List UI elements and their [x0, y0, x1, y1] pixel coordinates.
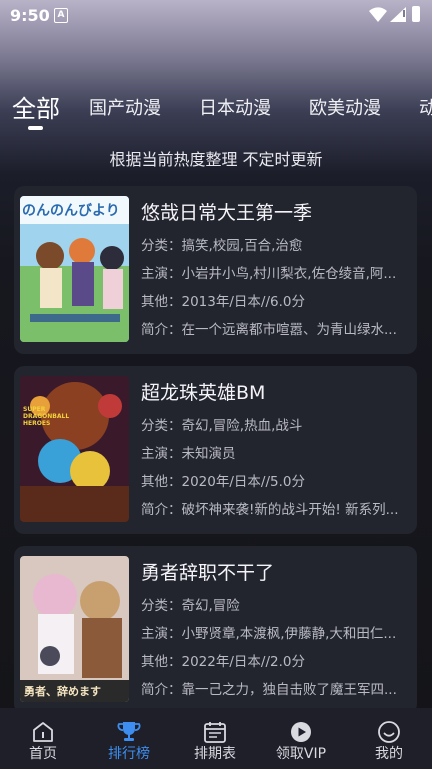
- battery-icon: [412, 6, 420, 22]
- nav-mine-label: 我的: [375, 746, 403, 762]
- status-bar: 9:50 A: [0, 0, 432, 32]
- poster-title-text: のんのんびより: [22, 203, 120, 219]
- anime-card[interactable]: のんのんびより 悠哉日常大王第一季 分类：搞笑,校园,百合,治愈 主演：小岩井小…: [14, 186, 417, 354]
- wifi-icon: [369, 7, 387, 22]
- smiley-icon: [378, 721, 400, 743]
- anime-cast: 主演：未知演员: [141, 446, 236, 462]
- anime-category: 分类：奇幻,冒险: [141, 598, 240, 614]
- signal-icon: [390, 7, 406, 22]
- play-circle-icon: [291, 722, 311, 742]
- anime-poster[interactable]: 勇者、辞めます: [20, 556, 129, 702]
- nav-mine[interactable]: 我的: [346, 708, 432, 769]
- tab-all[interactable]: 全部: [12, 89, 60, 124]
- nav-ranking[interactable]: 排行榜: [86, 708, 172, 769]
- anime-category: 分类：搞笑,校园,百合,治愈: [141, 238, 303, 254]
- bottom-nav: 首页 排行榜 排期表 领取VIP 我的: [0, 708, 432, 769]
- anime-card[interactable]: SUPER DRAGONBALL HEROES 超龙珠英雄BM 分类：奇幻,冒险…: [14, 366, 417, 534]
- anime-intro: 简介：破坏神来袭!新的战斗开始! 新系列...: [141, 502, 399, 518]
- nav-ranking-label: 排行榜: [108, 746, 150, 762]
- anime-category: 分类：奇幻,冒险,热血,战斗: [141, 418, 303, 434]
- nav-schedule-label: 排期表: [194, 746, 236, 762]
- calendar-icon: [204, 722, 226, 743]
- tab-china[interactable]: 国产动漫: [89, 94, 161, 120]
- status-time: 9:50: [10, 6, 50, 25]
- anime-other: 其他：2013年/日本//6.0分: [141, 294, 305, 310]
- anime-cast: 主演：小野贤章,本渡枫,伊藤静,大和田仁...: [141, 626, 397, 642]
- ranking-subtitle: 根据当前热度整理 不定时更新: [109, 150, 323, 169]
- anime-other: 其他：2020年/日本//5.0分: [141, 474, 305, 490]
- anime-intro: 简介：靠一己之力，独自击败了魔王军四...: [141, 682, 397, 698]
- trophy-icon: [117, 722, 141, 741]
- nav-vip-label: 领取VIP: [275, 746, 327, 762]
- anime-card[interactable]: 勇者、辞めます 勇者辞职不干了 分类：奇幻,冒险 主演：小野贤章,本渡枫,伊藤静…: [14, 546, 417, 714]
- anime-intro: 简介：在一个远离都市喧嚣、为青山绿水...: [141, 322, 397, 338]
- nav-schedule[interactable]: 排期表: [172, 708, 258, 769]
- app-notification-icon: A: [54, 8, 68, 23]
- active-tab-indicator: [28, 126, 43, 130]
- nav-vip[interactable]: 领取VIP: [258, 708, 344, 769]
- anime-cast: 主演：小岩井小鸟,村川梨衣,佐仓绫音,阿...: [141, 266, 397, 282]
- tab-more[interactable]: 动: [419, 94, 432, 120]
- anime-other: 其他：2022年/日本//2.0分: [141, 654, 305, 670]
- anime-poster[interactable]: SUPER DRAGONBALL HEROES: [20, 376, 129, 522]
- poster-title-text: 勇者、辞めます: [24, 685, 101, 698]
- anime-title[interactable]: 勇者辞职不干了: [141, 558, 274, 585]
- anime-poster[interactable]: のんのんびより: [20, 196, 129, 342]
- home-icon: [33, 722, 53, 742]
- anime-title[interactable]: 悠哉日常大王第一季: [141, 198, 312, 225]
- poster-title-text: SUPER DRAGONBALL HEROES: [23, 406, 70, 427]
- nav-home[interactable]: 首页: [0, 708, 86, 769]
- tab-japan[interactable]: 日本动漫: [199, 94, 271, 120]
- nav-home-label: 首页: [29, 746, 57, 762]
- category-tabs: 全部 国产动漫 日本动漫 欧美动漫 动: [0, 84, 432, 134]
- anime-title[interactable]: 超龙珠英雄BM: [141, 378, 265, 405]
- tab-western[interactable]: 欧美动漫: [309, 94, 381, 120]
